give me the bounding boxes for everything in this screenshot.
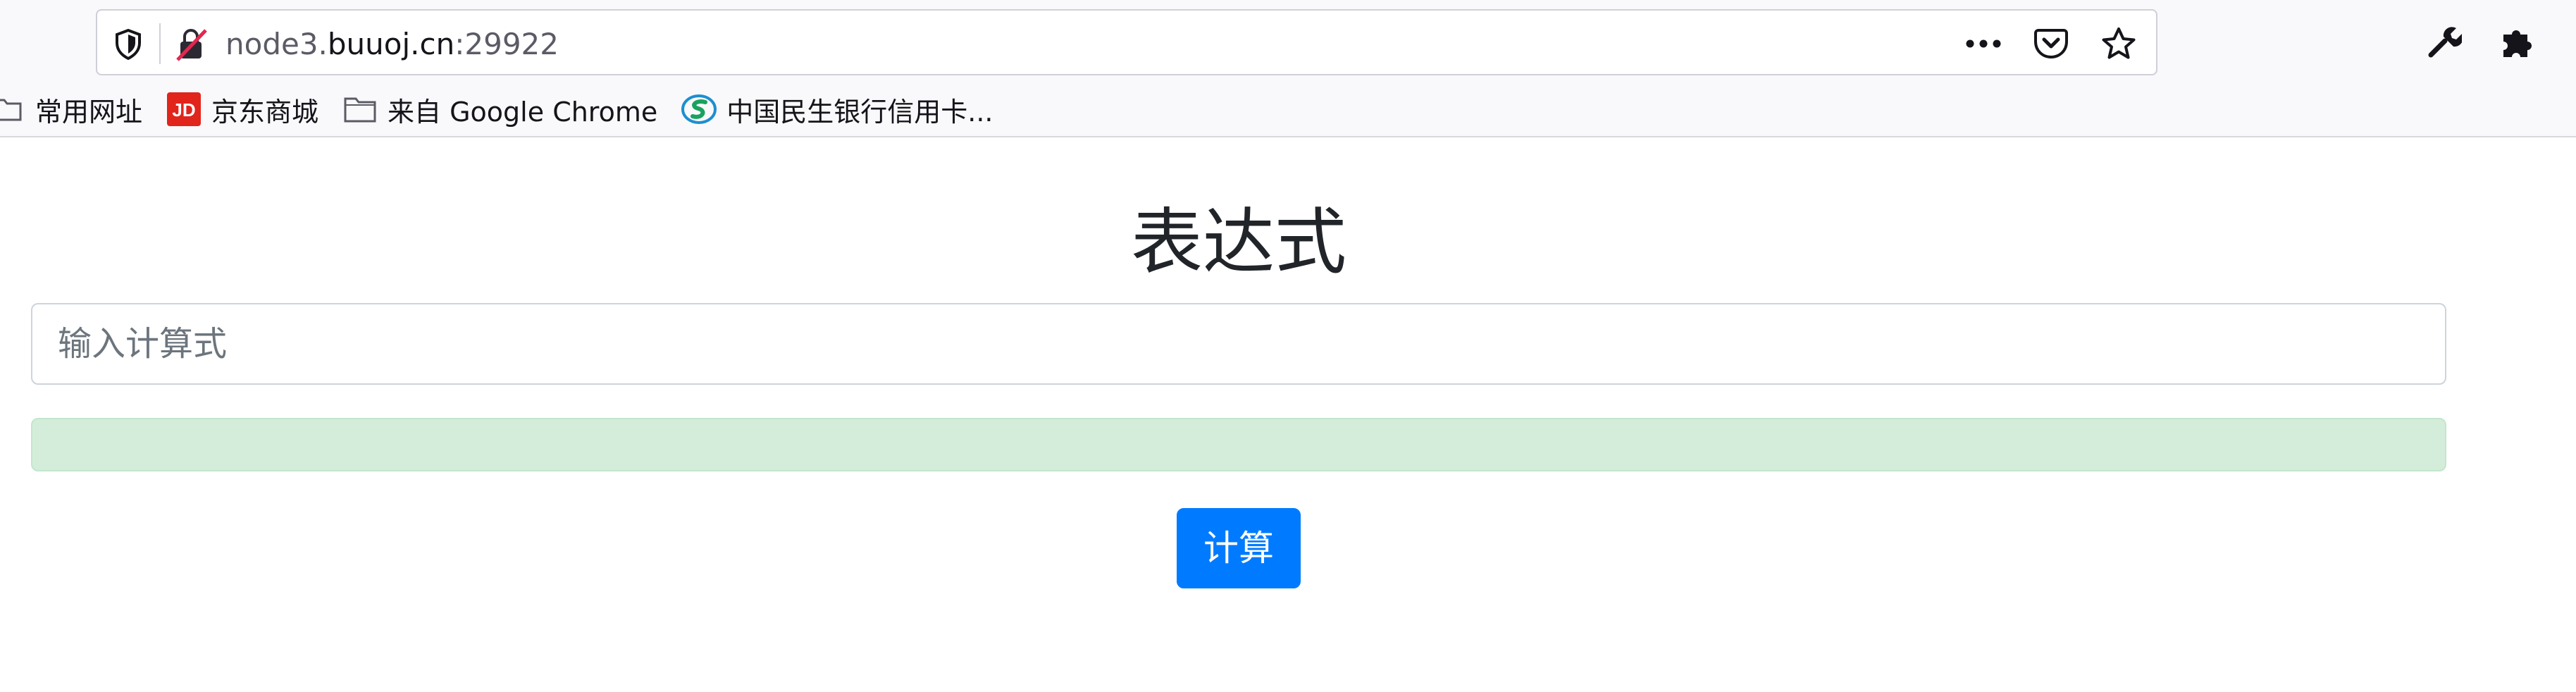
url-port: :29922 xyxy=(454,27,559,61)
url-prefix: node3. xyxy=(225,27,328,61)
bookmark-from-chrome[interactable]: 来自 Google Chrome xyxy=(342,90,657,129)
pocket-icon[interactable] xyxy=(2031,23,2072,64)
insecure-lock-icon[interactable] xyxy=(172,25,211,64)
wrench-icon[interactable] xyxy=(2424,21,2465,62)
bookmark-cmbc[interactable]: 中国民生银行信用卡... xyxy=(681,90,993,129)
browser-chrome: node3.buuoj.cn:29922 常用网址 JD 京东商城 来自 Goo… xyxy=(0,0,2576,137)
address-bar-separator xyxy=(159,23,161,64)
bookmark-label: 常用网址 xyxy=(35,96,143,128)
bookmark-common-sites[interactable]: 常用网址 xyxy=(0,90,142,129)
more-actions-icon[interactable] xyxy=(1963,23,2004,64)
bookmarks-toolbar: 常用网址 JD 京东商城 来自 Google Chrome 中国民生银行信用卡.… xyxy=(0,88,1017,130)
expression-input[interactable] xyxy=(31,303,2446,385)
bookmark-star-icon[interactable] xyxy=(2098,23,2139,64)
cmbc-icon xyxy=(681,92,717,127)
address-bar-actions xyxy=(1963,23,2139,64)
bookmark-label: 来自 Google Chrome xyxy=(388,96,658,128)
bookmark-jd[interactable]: JD 京东商城 xyxy=(166,90,318,129)
address-bar[interactable]: node3.buuoj.cn:29922 xyxy=(96,9,2157,75)
jd-icon: JD xyxy=(166,92,202,127)
calculate-button[interactable]: 计算 xyxy=(1177,508,1301,588)
result-alert xyxy=(31,418,2446,471)
bookmark-label: 中国民生银行信用卡... xyxy=(726,96,993,128)
page-content: 表达式 计算 xyxy=(0,137,2576,692)
svg-text:JD: JD xyxy=(172,99,195,121)
bookmark-label: 京东商城 xyxy=(211,96,319,128)
extensions-puzzle-icon[interactable] xyxy=(2497,21,2538,62)
url-host: buuoj.cn xyxy=(327,27,455,61)
url-text[interactable]: node3.buuoj.cn:29922 xyxy=(225,25,559,64)
tracking-shield-icon[interactable] xyxy=(114,28,142,61)
toolbar-right xyxy=(2424,17,2538,66)
folder-icon xyxy=(0,92,25,127)
folder-icon xyxy=(342,92,378,127)
page-title: 表达式 xyxy=(1131,201,1346,285)
